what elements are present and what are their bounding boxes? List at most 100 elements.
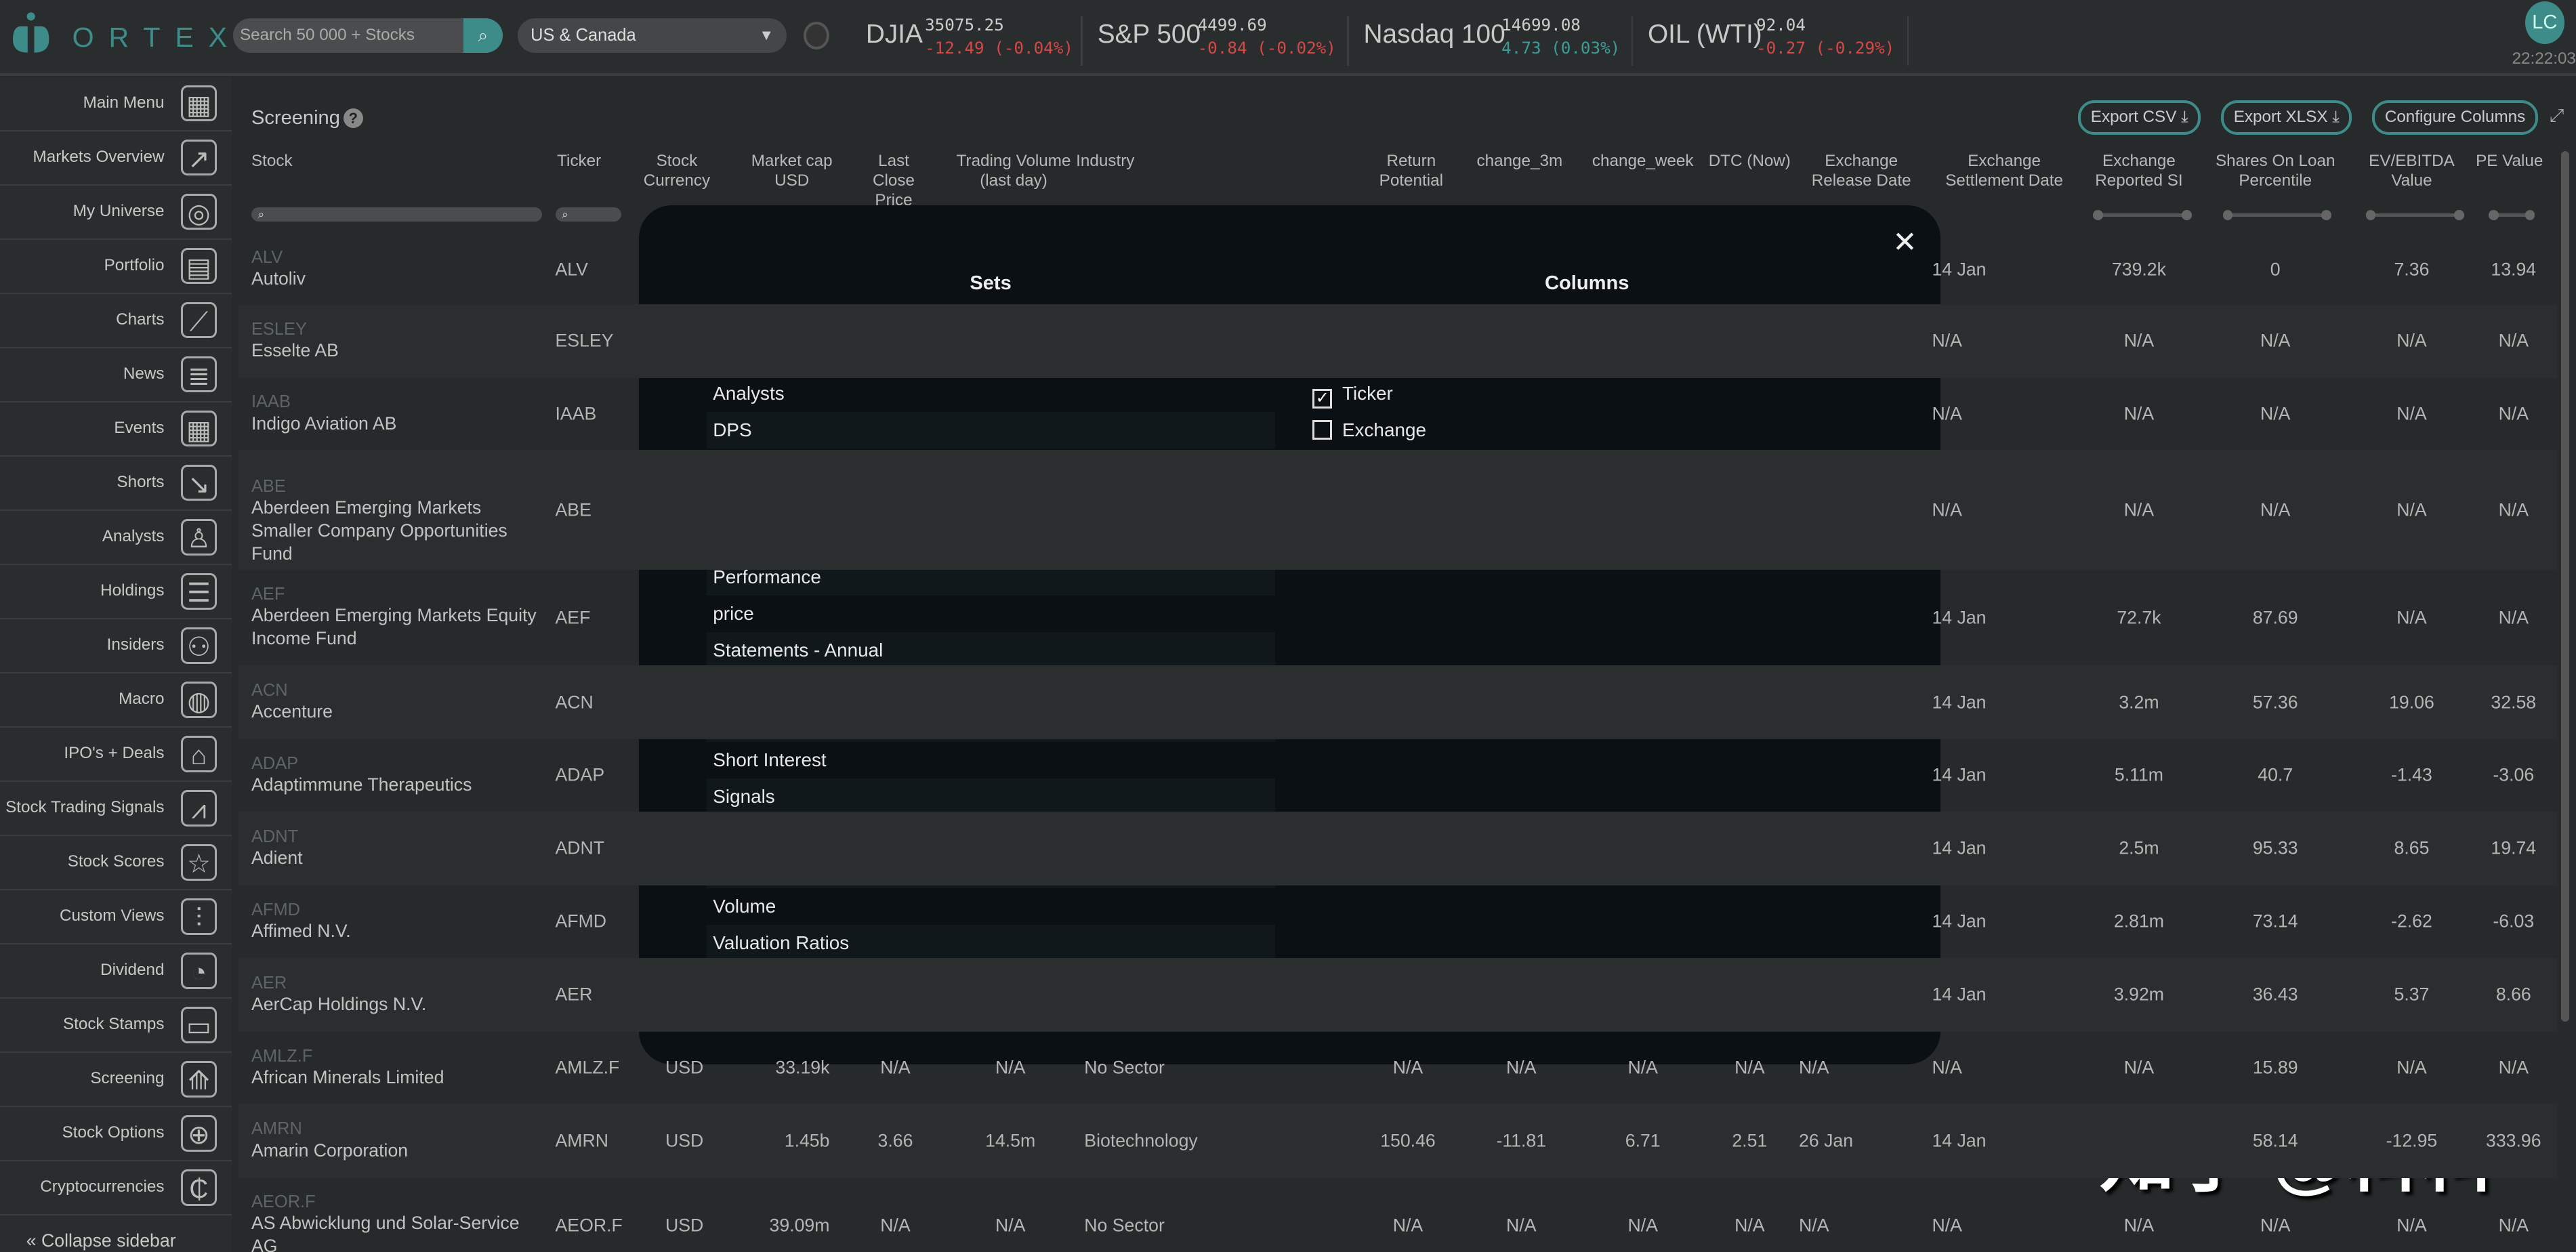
index-name[interactable]: OIL (WTI) (1648, 20, 1762, 49)
sidebar-item-ipo-s-deals[interactable]: IPO's + Deals ⌂ (0, 728, 232, 782)
stock-search[interactable]: ⌕ (233, 18, 503, 53)
export-xlsx-button[interactable]: Export XLSX ⤓ (2221, 100, 2352, 135)
stock-name-link[interactable]: Adient (251, 847, 539, 870)
table-row[interactable]: AEOR.F AS Abwicklung und Solar-Service AG… (238, 1178, 2558, 1251)
table-row[interactable]: AMLZ.F African Minerals Limited AMLZ.F USD 3… (238, 1032, 2558, 1104)
column-header[interactable]: Last Close Price (858, 151, 930, 210)
sidebar-item-news[interactable]: News ≣ (0, 348, 232, 403)
table-row[interactable]: AMRN Amarin Corporation AMRN USD 1.45b 3.66 14… (238, 1104, 2558, 1178)
sidebar-item-my-universe[interactable]: My Universe ◎ (0, 186, 232, 240)
table-row[interactable]: ACN Accenture ACN 14 Jan 3.2m 57.36 19.06 32.58 (238, 665, 2558, 740)
column-header[interactable]: change_week (1581, 151, 1705, 171)
sidebar-item-stock-trading-signals[interactable]: Stock Trading Signals ⩘ (0, 782, 232, 837)
theme-toggle[interactable] (803, 21, 830, 49)
avatar[interactable]: LC (2525, 1, 2564, 45)
row-ticker-label: ADNT (251, 827, 299, 846)
table-row[interactable]: ADNT Adient ADNT 14 Jan 2.5m 95.33 8.65 19.74 (238, 811, 2558, 885)
stock-name-link[interactable]: AS Abwicklung und Solar-Service AG (251, 1212, 539, 1251)
column-header[interactable]: Exchange Reported SI (2083, 151, 2195, 190)
column-header[interactable]: Trading Volume (last day) (949, 151, 1077, 190)
range-slider[interactable] (2365, 210, 2465, 220)
stock-filter-input[interactable]: ⌕ (251, 207, 543, 222)
stock-name-link[interactable]: Amarin Corporation (251, 1140, 539, 1163)
index-name[interactable]: Nasdaq 100 (1364, 20, 1505, 49)
stock-name-link[interactable]: Esselte AB (251, 339, 539, 362)
table-cell: N/A (1627, 1057, 1658, 1078)
collapse-sidebar-button[interactable]: « Collapse sidebar (26, 1230, 176, 1251)
table-row[interactable]: ALV Autoliv ALV 14 Jan 739.2k 0 7.36 13.94 (238, 235, 2558, 304)
stock-name-link[interactable]: Indigo Aviation AB (251, 413, 539, 436)
column-header[interactable]: Exchange Settlement Date (1932, 151, 2076, 190)
region-select[interactable]: US & Canada ▼ (517, 18, 787, 53)
table-cell: ACN (555, 692, 594, 713)
index-name[interactable]: S&P 500 (1098, 20, 1201, 49)
sidebar-item-holdings[interactable]: Holdings ☰ (0, 565, 232, 620)
table-row[interactable]: IAAB Indigo Aviation AB IAAB N/A N/A N/A N/A N/… (238, 378, 2558, 451)
column-header[interactable]: Industry (1076, 151, 1166, 171)
stock-name-link[interactable]: Aberdeen Emerging Markets Equity Income … (251, 604, 539, 650)
search-input[interactable] (233, 18, 463, 53)
help-icon[interactable]: ? (343, 108, 363, 129)
sidebar-item-charts[interactable]: Charts ⟋ (0, 294, 232, 348)
export-csv-button[interactable]: Export CSV ⤓ (2078, 100, 2201, 135)
ticker-filter-input[interactable]: ⌕ (555, 207, 621, 222)
stock-name-link[interactable]: Adaptimmune Therapeutics (251, 774, 539, 797)
table-row[interactable]: ESLEY Esselte AB ESLEY N/A N/A N/A N/A N/A (238, 304, 2558, 378)
sidebar-item-dividend[interactable]: Dividend ◔ (0, 944, 232, 999)
sidebar-item-markets-overview[interactable]: Markets Overview ↗ (0, 131, 232, 186)
sidebar-item-analysts[interactable]: Analysts ♙ (0, 511, 232, 566)
range-slider[interactable] (2222, 210, 2331, 220)
stock-name-link[interactable]: Autoliv (251, 268, 539, 291)
search-button[interactable]: ⌕ (463, 18, 503, 53)
column-header[interactable]: Stock Currency (641, 151, 713, 190)
row-ticker-label: ADAP (251, 753, 299, 773)
table-row[interactable]: ADAP Adaptimmune Therapeutics ADAP 14 Jan 5.… (238, 739, 2558, 812)
sidebar-item-events[interactable]: Events ▦ (0, 402, 232, 457)
sidebar-item-stock-stamps[interactable]: Stock Stamps ▭ (0, 999, 232, 1053)
stock-name-link[interactable]: Aberdeen Emerging Markets Smaller Compan… (251, 497, 539, 566)
expand-icon[interactable]: ⤢ (2550, 105, 2564, 127)
sidebar-item-screening[interactable]: Screening ⟰ (0, 1053, 232, 1108)
column-header[interactable]: change_3m (1466, 151, 1574, 171)
table-row[interactable]: AER AerCap Holdings N.V. AER 14 Jan 3.92m 36.… (238, 957, 2558, 1032)
sidebar-item-cryptocurrencies[interactable]: Cryptocurrencies ₵ (0, 1161, 232, 1216)
sidebar-item-custom-views[interactable]: Custom Views ⫶ (0, 890, 232, 945)
table-row[interactable]: AFMD Affimed N.V. AFMD 14 Jan 2.81m 73.14 -2.6… (238, 885, 2558, 958)
sidebar-item-portfolio[interactable]: Portfolio ▤ (0, 240, 232, 294)
range-slider[interactable] (2489, 210, 2535, 220)
sidebar-item-macro[interactable]: Macro ◍ (0, 673, 232, 728)
column-header[interactable]: PE Value (2472, 151, 2546, 171)
row-ticker-label: AMLZ.F (251, 1046, 313, 1066)
download-icon: ⤓ (2332, 107, 2340, 126)
column-header[interactable]: Return Potential (1364, 151, 1459, 190)
range-slider[interactable] (2093, 210, 2192, 220)
vertical-scrollbar[interactable] (2561, 151, 2570, 1022)
table-cell: N/A (1799, 1057, 1829, 1078)
table-cell: No Sector (1084, 1057, 1165, 1078)
sidebar-item-stock-options[interactable]: Stock Options ⊕ (0, 1107, 232, 1162)
list-icon: ☰ (180, 573, 217, 610)
column-header[interactable]: DTC (Now) (1709, 151, 1791, 171)
table-row[interactable]: AEF Aberdeen Emerging Markets Equity Inco… (238, 570, 2558, 665)
stock-name-link[interactable]: Affimed N.V. (251, 920, 539, 943)
stock-name-link[interactable]: Accenture (251, 701, 539, 724)
column-header[interactable]: Shares On Loan Percentile (2209, 151, 2341, 190)
configure-columns-button[interactable]: Configure Columns (2372, 100, 2538, 135)
column-header[interactable]: Ticker (542, 151, 616, 171)
table-cell: 19.06 (2389, 692, 2434, 713)
column-header[interactable]: Exchange Release Date (1799, 151, 1924, 190)
stock-name-link[interactable]: African Minerals Limited (251, 1066, 539, 1089)
index-name[interactable]: DJIA (866, 20, 923, 49)
stock-name-link[interactable]: AerCap Holdings N.V. (251, 993, 539, 1016)
column-header[interactable]: Market cap USD (739, 151, 844, 190)
sidebar-item-shorts[interactable]: Shorts ↘ (0, 457, 232, 512)
column-header[interactable]: EV/EBITDA Value (2354, 151, 2470, 190)
column-header[interactable]: Stock (251, 151, 350, 171)
sidebar-item-stock-scores[interactable]: Stock Scores ☆ (0, 836, 232, 891)
sidebar-item-main-menu[interactable]: Main Menu ▦ (0, 77, 232, 131)
signals-icon: ⩘ (180, 790, 217, 827)
table-row[interactable]: ABE Aberdeen Emerging Markets Smaller Com… (238, 450, 2558, 570)
table-cell: 14 Jan (1932, 764, 1987, 785)
sidebar-item-insiders[interactable]: Insiders ⚇ (0, 619, 232, 674)
index-value: 92.04 (1756, 14, 1806, 35)
